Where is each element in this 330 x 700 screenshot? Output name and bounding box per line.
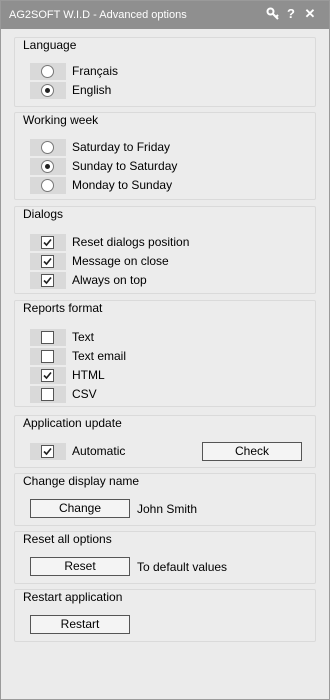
help-icon[interactable]: ? [284,7,298,21]
radio-button[interactable] [41,160,54,173]
option-label: Français [72,64,119,78]
checkbox[interactable] [41,445,54,458]
section-title: Change display name [23,474,140,488]
checkbox[interactable] [41,331,54,344]
radio-button[interactable] [41,141,54,154]
option-label: HTML [72,368,105,382]
section-title: Language [23,38,77,52]
section-title: Application update [23,416,122,430]
section-title: Reset all options [23,532,112,546]
option-label: Sunday to Saturday [72,159,178,173]
option-label: Automatic [72,444,126,458]
checkmark-icon [43,371,52,380]
language-section: Language Français English [14,37,316,107]
checkbox[interactable] [41,350,54,363]
option-label: Message on close [72,254,169,268]
radio-button[interactable] [41,65,54,78]
section-title: Reports format [23,301,103,315]
radio-button[interactable] [41,179,54,192]
checkmark-icon [43,276,52,285]
advanced-options-window: AG2SOFT W.I.D - Advanced options ? ✕ Lan… [0,0,330,700]
dialogs-section: Dialogs Reset dialogs position Message o… [14,206,316,294]
checkbox[interactable] [41,369,54,382]
checkbox[interactable] [41,255,54,268]
section-title: Working week [23,113,99,127]
restart-application-section: Restart application Restart [14,589,316,642]
reset-description: To default values [137,560,228,574]
checkmark-icon [43,447,52,456]
option-label: English [72,83,112,97]
check-button[interactable]: Check [202,442,302,461]
current-display-name: John Smith [137,502,198,516]
change-name-button[interactable]: Change [30,499,130,518]
checkbox[interactable] [41,236,54,249]
section-title: Dialogs [23,207,64,221]
checkbox[interactable] [41,388,54,401]
title-bar[interactable]: AG2SOFT W.I.D - Advanced options ? ✕ [1,1,329,29]
reset-all-options-section: Reset all options Reset To default value… [14,531,316,584]
close-icon[interactable]: ✕ [303,7,317,21]
key-icon[interactable] [266,7,280,21]
checkbox[interactable] [41,274,54,287]
working-week-section: Working week Saturday to Friday Sunday t… [14,112,316,200]
option-label: CSV [72,387,97,401]
restart-button[interactable]: Restart [30,615,130,634]
option-label: Saturday to Friday [72,140,171,154]
reset-button[interactable]: Reset [30,557,130,576]
application-update-section: Application update Automatic Check [14,415,316,468]
option-label: Always on top [72,273,147,287]
option-label: Text email [72,349,127,363]
reports-format-section: Reports format Text Text email HTML CSV [14,300,316,407]
radio-button[interactable] [41,84,54,97]
checkmark-icon [43,238,52,247]
option-label: Reset dialogs position [72,235,190,249]
option-label: Text [72,330,95,344]
window-title: AG2SOFT W.I.D - Advanced options [9,9,187,21]
option-label: Monday to Sunday [72,178,173,192]
section-title: Restart application [23,590,123,604]
checkmark-icon [43,257,52,266]
change-display-name-section: Change display name Change John Smith [14,473,316,526]
